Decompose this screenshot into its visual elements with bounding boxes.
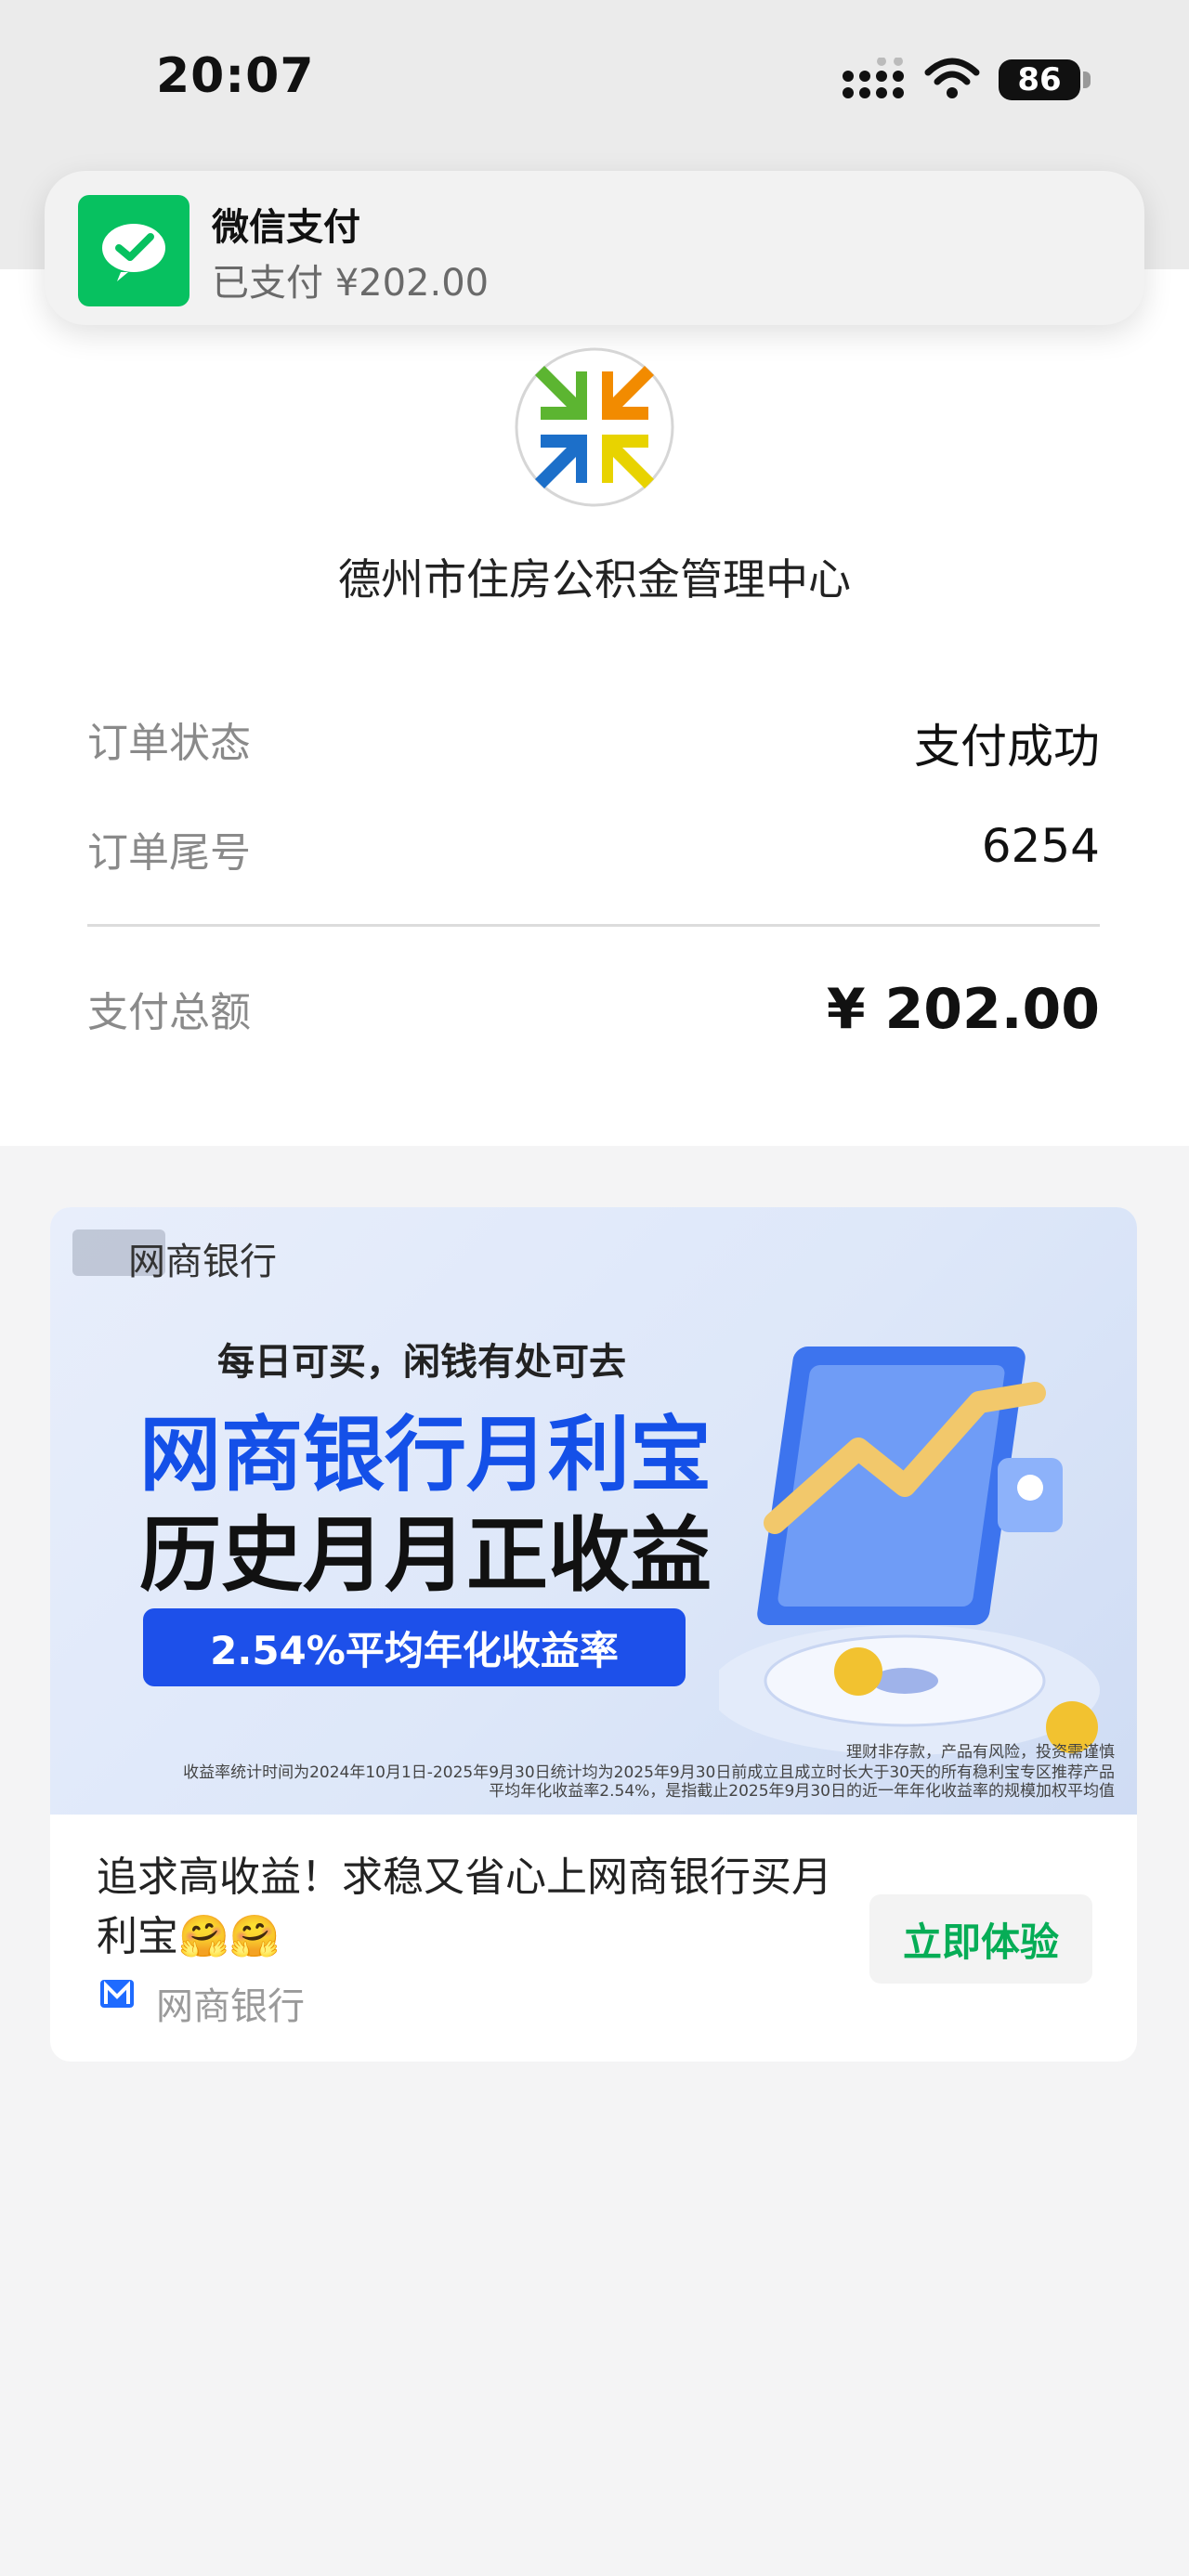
banner-subheadline: 历史月月正收益 [139, 1507, 712, 1603]
ad-banner[interactable]: 网商银行 每日可买，闲钱有处可去 网商银行月利宝 历史月月正收益 2.54%平均… [50, 1207, 1137, 1815]
signal-icon [843, 58, 904, 98]
ad-source-name: 网商银行 [156, 1985, 305, 2028]
ad-card[interactable]: 网商银行 每日可买，闲钱有处可去 网商银行月利宝 历史月月正收益 2.54%平均… [50, 1207, 1137, 2062]
notification-message: 已支付 ¥202.00 [212, 262, 490, 305]
order-status-label: 订单状态 [87, 720, 251, 767]
banner-tagline: 每日可买，闲钱有处可去 [217, 1341, 626, 1384]
total-value: ¥ 202.00 [826, 977, 1100, 1042]
battery-level: 86 [1017, 61, 1062, 98]
banner-disclaimer-3: 平均年化收益率2.54%，是指截止2025年9月30日的近一年年化收益率的规模加… [489, 1782, 1115, 1801]
total-label: 支付总额 [87, 989, 251, 1036]
wifi-icon [924, 58, 980, 98]
merchant-logo [515, 347, 674, 507]
try-now-button[interactable]: 立即体验 [869, 1894, 1092, 1984]
merchant-name: 德州市住房公积金管理中心 [338, 554, 851, 605]
notification-app-name: 微信支付 [212, 206, 360, 249]
wechat-pay-icon [78, 195, 189, 306]
order-status-value: 支付成功 [914, 720, 1100, 774]
receipt-divider [87, 924, 1100, 927]
battery-icon: 86 [999, 59, 1080, 100]
ad-description[interactable]: 追求高收益！求稳又省心上网商银行买月利宝🤗🤗 [97, 1848, 840, 1967]
banner-brand: 网商银行 [128, 1241, 277, 1283]
battery-nub [1083, 72, 1091, 88]
payment-notification[interactable]: 微信支付 已支付 ¥202.00 [45, 171, 1144, 325]
order-tail-value: 6254 [981, 819, 1100, 873]
banner-rate-pill: 2.54%平均年化收益率 [143, 1608, 686, 1686]
bank-source-icon [100, 1980, 134, 2008]
growth-chart-illustration-icon [719, 1347, 1100, 1755]
status-time: 20:07 [156, 48, 315, 104]
order-tail-label: 订单尾号 [87, 829, 251, 877]
